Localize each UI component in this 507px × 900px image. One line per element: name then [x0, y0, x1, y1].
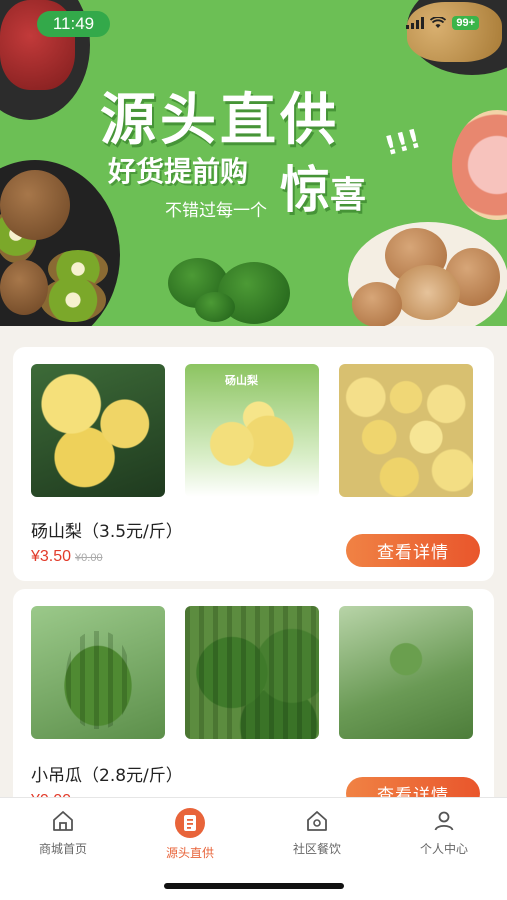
tab-label: 社区餐饮 [292, 842, 341, 856]
walnut-image [352, 282, 402, 326]
battery-icon: 99+ [452, 16, 479, 30]
product-image-row [31, 606, 473, 739]
product-name: 砀山梨（3.5元/斤） [31, 522, 183, 542]
product-image[interactable] [339, 606, 473, 739]
tab-home[interactable]: 商城首页 [0, 808, 126, 857]
broccoli-image [195, 292, 235, 322]
status-indicators: 99+ [406, 16, 479, 30]
product-image[interactable] [31, 606, 165, 739]
grapefruit-image [452, 110, 507, 220]
tab-source-supply[interactable]: 源头直供 [127, 808, 253, 861]
product-image[interactable]: 砀山梨 [185, 364, 319, 497]
tab-profile[interactable]: 个人中心 [381, 808, 507, 857]
signal-icon [406, 17, 425, 29]
kiwi-slice-image [40, 278, 106, 322]
kiwi-whole-image [0, 260, 48, 315]
walnut-open-image [395, 265, 460, 320]
user-icon [431, 808, 457, 834]
product-image[interactable] [339, 364, 473, 497]
kiwi-whole-image [0, 170, 70, 240]
product-image-row: 砀山梨 [31, 364, 473, 497]
price-row: ¥3.50 ¥0.00 [31, 548, 103, 566]
image-label: 砀山梨 [225, 374, 258, 387]
wifi-icon [430, 17, 447, 28]
community-icon [304, 808, 330, 834]
tab-community-dining[interactable]: 社区餐饮 [254, 808, 380, 857]
product-price: ¥3.50 [31, 548, 72, 565]
banner-highlight-small: 喜 [330, 175, 367, 216]
product-image[interactable] [185, 606, 319, 739]
document-icon [175, 808, 205, 838]
banner-exclaim: !!! [381, 123, 424, 163]
status-time: 11:49 [37, 11, 110, 37]
product-image[interactable] [31, 364, 165, 497]
product-card[interactable]: 砀山梨 砀山梨（3.5元/斤） ¥3.50 ¥0.00 查看详情 [13, 347, 494, 581]
nuts-image [407, 2, 502, 62]
product-card[interactable]: 小吊瓜（2.8元/斤） ¥0.00 查看详情 [13, 589, 494, 819]
home-icon [50, 808, 76, 834]
home-indicator[interactable] [164, 883, 344, 889]
tab-label: 源头直供 [165, 846, 214, 860]
promo-banner[interactable]: 源头直供 好货提前购 不错过每一个 惊喜 !!! [0, 0, 507, 326]
tab-label: 商城首页 [38, 842, 87, 856]
banner-subtitle: 好货提前购 [108, 155, 249, 188]
tab-label: 个人中心 [419, 842, 468, 856]
banner-title: 源头直供 [100, 88, 340, 153]
banner-highlight: 惊喜 [280, 150, 366, 222]
product-name: 小吊瓜（2.8元/斤） [31, 766, 183, 786]
banner-highlight-big: 惊 [280, 161, 330, 219]
banner-tagline: 不错过每一个 [165, 201, 267, 221]
original-price: ¥0.00 [75, 552, 103, 564]
view-details-button[interactable]: 查看详情 [346, 534, 480, 567]
